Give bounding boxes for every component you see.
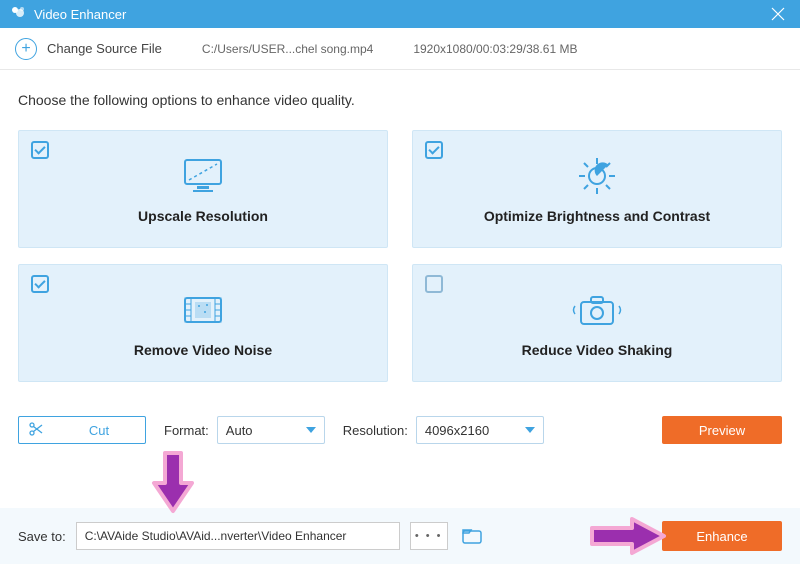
option-label: Reduce Video Shaking <box>522 342 673 358</box>
format-select[interactable]: Auto <box>217 416 325 444</box>
checkbox[interactable] <box>425 141 443 159</box>
format-group: Format: Auto <box>164 416 325 444</box>
brightness-icon <box>571 154 623 198</box>
option-remove-noise[interactable]: Remove Video Noise <box>18 264 388 382</box>
save-row: Save to: C:\AVAide Studio\AVAid...nverte… <box>0 508 800 564</box>
resolution-group: Resolution: 4096x2160 <box>343 416 544 444</box>
chevron-down-icon <box>525 427 535 433</box>
cut-label: Cut <box>63 423 145 438</box>
chevron-down-icon <box>306 427 316 433</box>
film-noise-icon <box>177 288 229 332</box>
upscale-icon <box>177 154 229 198</box>
titlebar-left: Video Enhancer <box>10 4 126 25</box>
enhance-button[interactable]: Enhance <box>662 521 782 551</box>
options-grid: Upscale Resolution Optimize Brightness a… <box>18 130 782 382</box>
scissors-icon <box>29 422 43 439</box>
preview-button[interactable]: Preview <box>662 416 782 444</box>
option-reduce-shaking[interactable]: Reduce Video Shaking <box>412 264 782 382</box>
checkbox[interactable] <box>31 141 49 159</box>
format-value: Auto <box>226 423 253 438</box>
resolution-select[interactable]: 4096x2160 <box>416 416 544 444</box>
save-path-input[interactable]: C:\AVAide Studio\AVAid...nverter\Video E… <box>76 522 400 550</box>
main-content: Choose the following options to enhance … <box>0 70 800 444</box>
titlebar: Video Enhancer <box>0 0 800 28</box>
checkbox[interactable] <box>31 275 49 293</box>
resolution-label: Resolution: <box>343 423 408 438</box>
plus-icon: + <box>15 38 37 60</box>
option-upscale-resolution[interactable]: Upscale Resolution <box>18 130 388 248</box>
controls-row: Cut Format: Auto Resolution: 4096x2160 P… <box>18 416 782 444</box>
option-label: Remove Video Noise <box>134 342 272 358</box>
app-title: Video Enhancer <box>34 7 126 22</box>
resolution-value: 4096x2160 <box>425 423 489 438</box>
save-path-value: C:\AVAide Studio\AVAid...nverter\Video E… <box>85 529 347 543</box>
open-folder-button[interactable] <box>458 522 486 550</box>
change-source-label: Change Source File <box>47 41 162 56</box>
change-source-button[interactable]: + Change Source File <box>15 38 162 60</box>
instructions-text: Choose the following options to enhance … <box>18 92 782 108</box>
option-label: Upscale Resolution <box>138 208 268 224</box>
app-icon <box>10 4 26 25</box>
camera-shake-icon <box>569 288 625 332</box>
toolbar: + Change Source File C:/Users/USER...che… <box>0 28 800 70</box>
close-button[interactable] <box>766 2 790 26</box>
file-path-display: C:/Users/USER...chel song.mp4 <box>202 42 373 56</box>
file-info-display: 1920x1080/00:03:29/38.61 MB <box>413 42 577 56</box>
option-label: Optimize Brightness and Contrast <box>484 208 710 224</box>
format-label: Format: <box>164 423 209 438</box>
save-to-label: Save to: <box>18 529 66 544</box>
cut-button[interactable]: Cut <box>18 416 146 444</box>
browse-button[interactable]: • • • <box>410 522 448 550</box>
checkbox[interactable] <box>425 275 443 293</box>
option-brightness-contrast[interactable]: Optimize Brightness and Contrast <box>412 130 782 248</box>
